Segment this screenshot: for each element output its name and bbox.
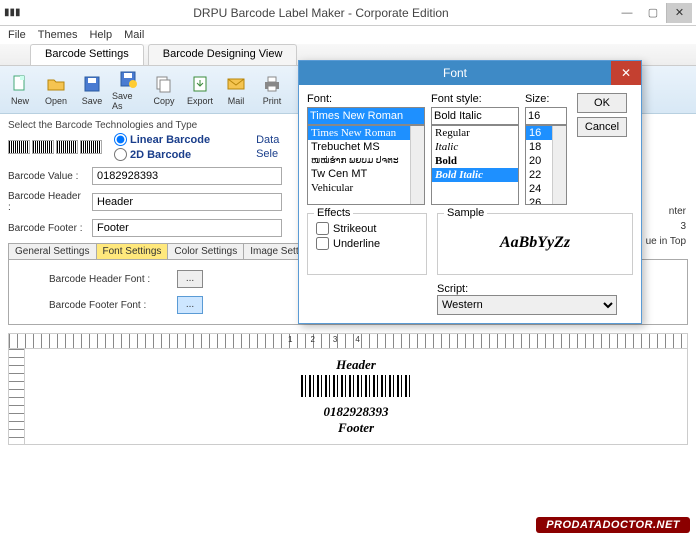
size-list-scrollbar[interactable] <box>552 126 566 204</box>
print-button[interactable]: Print <box>256 74 288 106</box>
size-label: Size: <box>525 93 567 105</box>
font-item-trebuchet[interactable]: Trebuchet MS <box>308 140 424 154</box>
style-input[interactable] <box>431 107 519 125</box>
font-item-twcen[interactable]: Tw Cen MT <box>308 167 424 181</box>
menu-bar: File Themes Help Mail <box>0 26 696 44</box>
style-label: Font style: <box>431 93 519 105</box>
script-label: Script: <box>437 283 633 295</box>
sample-text: AaBbYyZz <box>446 220 624 266</box>
font-list-scrollbar[interactable] <box>410 126 424 204</box>
strikeout-input[interactable] <box>316 222 329 235</box>
preview-footer: Footer <box>301 420 411 436</box>
script-row: Script: Western <box>437 283 633 315</box>
menu-mail[interactable]: Mail <box>124 29 144 41</box>
title-bar: ▮▮▮ DRPU Barcode Label Maker - Corporate… <box>0 0 696 26</box>
tab-color-settings[interactable]: Color Settings <box>167 243 244 259</box>
header-font-button[interactable]: ... <box>177 270 203 288</box>
font-input[interactable] <box>307 107 425 125</box>
style-regular[interactable]: Regular <box>432 126 518 140</box>
tab-designing-view[interactable]: Barcode Designing View <box>148 44 298 65</box>
tab-font-settings[interactable]: Font Settings <box>96 243 169 259</box>
effects-legend: Effects <box>314 207 353 219</box>
footer-font-label: Barcode Footer Font : <box>49 300 169 311</box>
radio-2d-input[interactable] <box>114 148 127 161</box>
font-label: Font: <box>307 93 425 105</box>
thumb-4 <box>80 140 102 154</box>
header-font-label: Barcode Header Font : <box>49 274 169 285</box>
ruler-horizontal: 1234 <box>8 333 688 349</box>
font-item-tnr[interactable]: Times New Roman <box>308 126 424 140</box>
window-title: DRPU Barcode Label Maker - Corporate Edi… <box>28 6 614 20</box>
footer-font-button[interactable]: ... <box>177 296 203 314</box>
preview-header: Header <box>301 357 411 373</box>
style-list[interactable]: Regular Italic Bold Bold Italic <box>431 125 519 205</box>
save-button[interactable]: Save <box>76 74 108 106</box>
watermark: PRODATADOCTOR.NET <box>536 517 690 533</box>
open-button[interactable]: Open <box>40 74 72 106</box>
barcode-thumbs <box>8 140 102 154</box>
app-icon: ▮▮▮ <box>4 7 28 18</box>
right-ue: ue in Top <box>646 236 686 247</box>
export-button[interactable]: Export <box>184 74 216 106</box>
thumb-3 <box>56 140 78 154</box>
script-select[interactable]: Western <box>437 295 617 315</box>
font-dialog: Font ✕ Font: Times New Roman Trebuchet M… <box>298 60 642 324</box>
maximize-button[interactable]: ▢ <box>640 3 666 23</box>
barcode-header-input[interactable] <box>92 193 282 211</box>
right-nter: nter <box>646 206 686 217</box>
close-button[interactable]: ✕ <box>666 3 692 23</box>
right-cut-panel: nter 3 ue in Top <box>646 202 686 251</box>
preview-area: Header 0182928393 Footer <box>8 349 688 445</box>
size-list[interactable]: 16 18 20 22 24 26 28 <box>525 125 567 205</box>
font-dialog-close-button[interactable]: ✕ <box>611 61 641 85</box>
minimize-button[interactable]: — <box>614 3 640 23</box>
underline-input[interactable] <box>316 237 329 250</box>
menu-file[interactable]: File <box>8 29 26 41</box>
save-as-button[interactable]: Save As <box>112 69 144 111</box>
side-sele-label: Sele <box>256 148 279 160</box>
style-bold-italic[interactable]: Bold Italic <box>432 168 518 182</box>
sample-group: Sample AaBbYyZz <box>437 213 633 275</box>
window-controls: — ▢ ✕ <box>614 3 692 23</box>
preview-value: 0182928393 <box>301 404 411 420</box>
underline-checkbox[interactable]: Underline <box>316 237 418 250</box>
font-dialog-title: Font <box>299 66 611 80</box>
radio-linear-input[interactable] <box>114 133 127 146</box>
mail-button[interactable]: Mail <box>220 74 252 106</box>
thumb-1 <box>8 140 30 154</box>
radio-2d[interactable]: 2D Barcode <box>114 148 210 161</box>
barcode-footer-label: Barcode Footer : <box>8 223 86 234</box>
thumb-2 <box>32 140 54 154</box>
ok-button[interactable]: OK <box>577 93 627 113</box>
effects-group: Effects Strikeout Underline <box>307 213 427 275</box>
style-bold[interactable]: Bold <box>432 154 518 168</box>
preview-barcode-graphic <box>301 375 411 397</box>
ruler-ticks: 1234 <box>288 335 360 344</box>
menu-themes[interactable]: Themes <box>38 29 78 41</box>
tab-general-settings[interactable]: General Settings <box>8 243 97 259</box>
new-button[interactable]: New <box>4 74 36 106</box>
barcode-value-input[interactable] <box>92 167 282 185</box>
right-three: 3 <box>646 221 686 232</box>
barcode-preview: Header 0182928393 Footer <box>25 349 687 444</box>
barcode-value-label: Barcode Value : <box>8 171 86 182</box>
font-item-vehicular[interactable]: Vehicular <box>308 181 424 195</box>
ruler-vertical <box>9 349 25 444</box>
side-data-label: Data <box>256 134 279 146</box>
radio-linear[interactable]: Linear Barcode <box>114 133 210 146</box>
sample-legend: Sample <box>444 207 487 219</box>
font-list[interactable]: Times New Roman Trebuchet MS ໜໝ່ຮຳກ ພຍບມ… <box>307 125 425 205</box>
cancel-button[interactable]: Cancel <box>577 117 627 137</box>
tab-barcode-settings[interactable]: Barcode Settings <box>30 44 144 65</box>
menu-help[interactable]: Help <box>89 29 112 41</box>
size-input[interactable] <box>525 107 567 125</box>
barcode-header-label: Barcode Header : <box>8 191 86 213</box>
font-dialog-titlebar: Font ✕ <box>299 61 641 85</box>
barcode-footer-input[interactable] <box>92 219 282 237</box>
style-italic[interactable]: Italic <box>432 140 518 154</box>
strikeout-checkbox[interactable]: Strikeout <box>316 222 418 235</box>
font-item-extra[interactable]: ໜໝ່ຮຳກ ພຍບມ ປຈຕະ <box>308 154 424 167</box>
copy-button[interactable]: Copy <box>148 74 180 106</box>
